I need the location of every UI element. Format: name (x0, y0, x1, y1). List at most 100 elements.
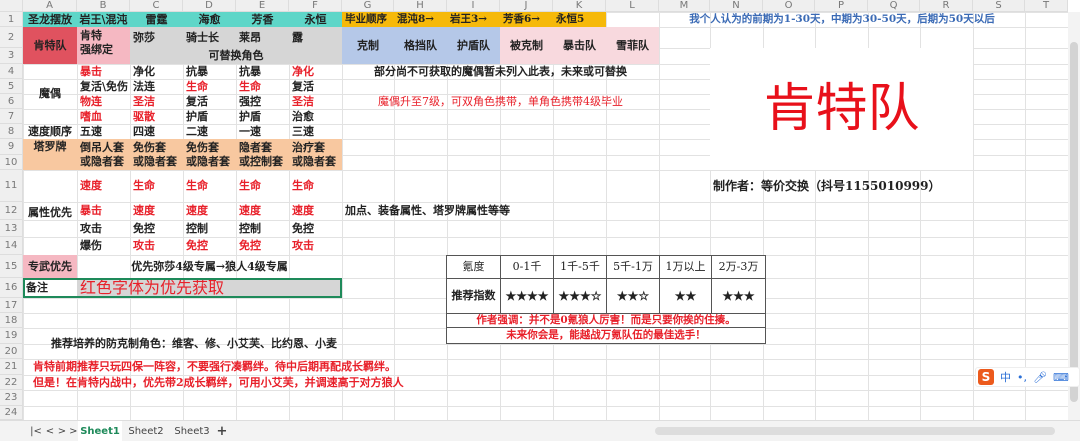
column-header[interactable]: N (710, 0, 763, 12)
row-header[interactable]: 1 (0, 12, 23, 27)
attribute-cell[interactable]: 攻击 (130, 237, 183, 255)
row-header[interactable]: 10 (0, 155, 23, 170)
graduation-order-cell[interactable]: 芳香6→ (500, 12, 553, 27)
attribute-cell[interactable]: 暴击 (77, 202, 130, 220)
row-header[interactable]: 5 (0, 79, 23, 94)
attribute-cell[interactable]: 速度 (236, 202, 289, 220)
row-header[interactable]: 22 (0, 375, 23, 390)
next-sheet-icon[interactable]: > (56, 421, 68, 441)
attribute-cell[interactable]: 速度 (289, 202, 342, 220)
tarot-label[interactable]: 塔罗牌 (23, 139, 77, 155)
early-game-advice[interactable]: 肯特前期推荐只玩四保一阵容，不要强行凑羁绊。待中后期再配成长羁绊。 (23, 359, 553, 375)
header-cell-b[interactable]: 岩王\混沌 (77, 12, 130, 27)
attribute-cell[interactable]: 速度 (130, 202, 183, 220)
column-header[interactable]: G (342, 0, 394, 12)
speed-label[interactable]: 速度顺序 (23, 124, 77, 139)
column-header[interactable]: K (553, 0, 606, 12)
column-header[interactable]: O (763, 0, 815, 12)
attribute-cell[interactable]: 生命 (183, 170, 236, 202)
tarot-cell[interactable]: 隐者套 或控制套 (236, 139, 289, 170)
row-header[interactable]: 17 (0, 298, 23, 313)
column-header[interactable]: F (289, 0, 342, 12)
attribute-cell[interactable]: 速度 (183, 202, 236, 220)
row-header[interactable]: 6 (0, 94, 23, 109)
tarot-cell[interactable]: 治疗套 或隐者套 (289, 139, 342, 170)
row-header[interactable]: 8 (0, 124, 23, 139)
row-header[interactable]: 2 (0, 27, 23, 48)
puppet-cell[interactable]: 物连 (77, 94, 130, 109)
attribute-cell[interactable]: 控制 (183, 220, 236, 237)
counter-cell[interactable]: 暴击队 (553, 27, 606, 64)
horizontal-scrollbar[interactable] (655, 427, 1055, 435)
graduation-order-cell[interactable]: 岩王3→ (447, 12, 500, 27)
column-header[interactable]: L (606, 0, 659, 12)
tarot-cell[interactable]: 倒吊人套 或隐者套 (77, 139, 130, 170)
attribute-cell[interactable]: 攻击 (289, 237, 342, 255)
puppet-cell[interactable]: 复活 (183, 94, 236, 109)
header-cell-a[interactable]: 圣龙摆放 (23, 12, 77, 27)
header-cell-f[interactable]: 永恒 (289, 12, 342, 27)
row-header[interactable]: 3 (0, 48, 23, 64)
column-header[interactable]: A (23, 0, 77, 12)
row-header[interactable]: 16 (0, 278, 23, 298)
big-title[interactable]: 肯特队 (710, 48, 973, 170)
tab-sheet1[interactable]: Sheet1 (78, 421, 122, 441)
column-header[interactable]: S (973, 0, 1025, 12)
row-header[interactable]: 19 (0, 328, 23, 344)
puppet-cell[interactable]: 护盾 (236, 109, 289, 124)
puppet-cell[interactable]: 生命 (236, 79, 289, 94)
row-header[interactable]: 4 (0, 64, 23, 79)
speed-cell[interactable]: 五速 (77, 124, 130, 139)
attribute-cell[interactable]: 生命 (289, 170, 342, 202)
attribute-cell[interactable]: 攻击 (77, 220, 130, 237)
column-header[interactable]: J (500, 0, 553, 12)
graduation-order-cell[interactable]: 永恒5 (553, 12, 606, 27)
column-header[interactable]: I (447, 0, 500, 12)
counter-cell[interactable]: 护盾队 (447, 27, 500, 64)
ime-language[interactable]: 中 (1000, 369, 1011, 385)
puppet-label[interactable]: 魔偶 (23, 64, 77, 124)
puppet-cell[interactable]: 护盾 (183, 109, 236, 124)
speed-cell[interactable]: 一速 (236, 124, 289, 139)
punctuation-icon[interactable]: •, (1017, 371, 1027, 384)
row-header[interactable]: 21 (0, 359, 23, 375)
attribute-cell[interactable]: 控制 (236, 220, 289, 237)
column-header[interactable]: E (236, 0, 289, 12)
column-header[interactable]: P (815, 0, 868, 12)
attribute-label[interactable]: 属性优先 (23, 170, 77, 255)
puppet-cell[interactable]: 强控 (236, 94, 289, 109)
puppet-note[interactable]: 部分尚不可获取的魔偶暂未列入此表，未来或可替换 (342, 64, 659, 79)
counter-cell[interactable]: 雪菲队 (606, 27, 659, 64)
speed-cell[interactable]: 三速 (289, 124, 342, 139)
speed-cell[interactable]: 四速 (130, 124, 183, 139)
graduation-order-cell[interactable]: 毕业顺序 (342, 12, 394, 27)
character-cell[interactable]: 莱昂 (236, 27, 289, 48)
puppet-cell[interactable]: 法连 (130, 79, 183, 94)
character-cell[interactable]: 露 (289, 27, 342, 48)
row-header[interactable]: 9 (0, 139, 23, 155)
row-header[interactable]: 15 (0, 255, 23, 278)
spreadsheet-grid[interactable]: A B C D E F G H I J K L M N O P Q R S T 1 2 3 4 5 6 7 8 9 10 11 12 13 14 1… (0, 0, 1068, 420)
first-sheet-icon[interactable]: |< (30, 421, 42, 441)
speed-cell[interactable]: 二速 (183, 124, 236, 139)
attribute-cell[interactable]: 免控 (289, 220, 342, 237)
attribute-cell[interactable]: 生命 (236, 170, 289, 202)
microphone-icon[interactable]: 🎤︎ (1033, 371, 1047, 384)
header-cell-c[interactable]: 雷霆 (130, 12, 183, 27)
row-header[interactable]: 20 (0, 344, 23, 359)
puppet-cell[interactable]: 复活 (289, 79, 342, 94)
tab-sheet3[interactable]: Sheet3 (170, 421, 214, 441)
tarot-cell[interactable]: 免伤套 或隐者套 (183, 139, 236, 170)
column-header[interactable]: C (130, 0, 183, 12)
puppet-cell[interactable]: 嗜血 (77, 109, 130, 124)
character-cell[interactable]: 弥莎 (130, 27, 183, 48)
column-header[interactable]: D (183, 0, 236, 12)
row-header[interactable]: 7 (0, 109, 23, 124)
puppet-cell[interactable]: 暴击 (77, 64, 130, 79)
author-credit[interactable]: 制作者：等价交换（抖号1155010999） (710, 170, 1025, 202)
column-header[interactable]: B (77, 0, 130, 12)
column-header[interactable]: M (659, 0, 710, 12)
column-header[interactable]: H (394, 0, 447, 12)
row-header[interactable]: 11 (0, 170, 23, 202)
ime-toolbar[interactable]: S 中 •, 🎤︎ ⌨︎ (975, 367, 1080, 387)
